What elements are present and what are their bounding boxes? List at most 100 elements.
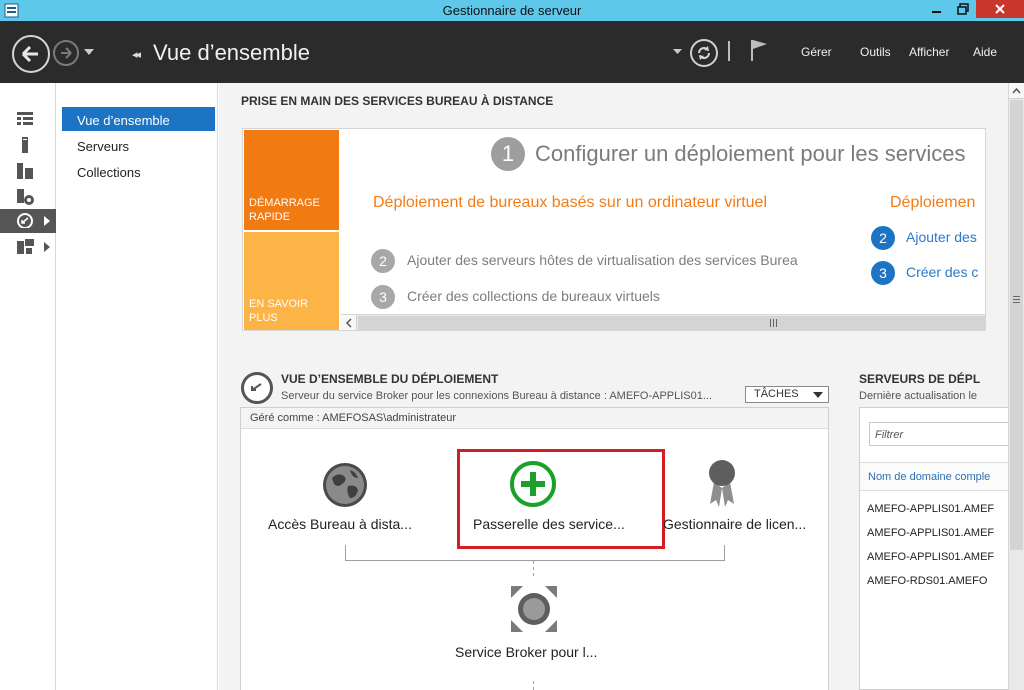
servers-filter-input[interactable]: Filtrer xyxy=(869,422,1008,446)
gateway-highlight-box xyxy=(457,449,665,549)
left-step-3-text[interactable]: Créer des collections de bureaux virtuel… xyxy=(407,288,660,304)
forward-arrow-icon xyxy=(61,47,72,59)
quickstart-section-title: PRISE EN MAIN DES SERVICES BUREAU À DIST… xyxy=(241,94,554,108)
server-row[interactable]: AMEFO-APPLIS01.AMEF xyxy=(867,503,994,515)
server-row[interactable]: AMEFO-APPLIS01.AMEF xyxy=(867,527,994,539)
left-step-3-badge: 3 xyxy=(371,285,395,309)
back-button[interactable] xyxy=(12,35,50,73)
rail-file-storage[interactable] xyxy=(0,186,56,208)
rd-gateway-label[interactable]: Passerelle des service... xyxy=(473,516,625,532)
menu-help[interactable]: Aide xyxy=(973,45,997,59)
connector-dashed-line xyxy=(533,561,534,579)
close-icon xyxy=(995,4,1005,14)
left-step-2-badge: 2 xyxy=(371,249,395,273)
license-ribbon-icon[interactable] xyxy=(705,458,739,510)
rail-local-server[interactable] xyxy=(0,134,56,156)
chevron-left-icon xyxy=(345,318,352,328)
menu-tools[interactable]: Outils xyxy=(860,45,891,59)
right-step-2-text[interactable]: Ajouter des xyxy=(906,229,977,245)
deployment-broker-subtitle: Serveur du service Broker pour les conne… xyxy=(281,390,713,402)
iis-icon xyxy=(17,239,34,254)
local-server-icon xyxy=(22,137,28,153)
connector-line xyxy=(345,560,724,561)
page-title: Vue d’ensemble xyxy=(153,40,310,65)
minimize-icon xyxy=(932,11,941,13)
quick-start-tile[interactable]: DÉMARRAGE RAPIDE xyxy=(244,130,339,230)
quick-start-label: DÉMARRAGE RAPIDE xyxy=(249,197,320,223)
breadcrumb-separator-icon: ◂◂ xyxy=(132,49,141,61)
scrollbar-thumb[interactable] xyxy=(358,316,985,330)
connector-line xyxy=(724,545,725,561)
learn-more-tile[interactable]: EN SAVOIR PLUS xyxy=(244,232,339,330)
deployment-overview-icon xyxy=(241,372,273,404)
refresh-dropdown-icon[interactable] xyxy=(673,49,682,54)
rds-navigation: Vue d’ensemble Serveurs Collections xyxy=(57,83,218,690)
managed-as-label: Géré comme : AMEFOSAS\administrateur xyxy=(241,408,828,429)
step-1-title: Configurer un déploiement pour les servi… xyxy=(535,141,966,166)
left-icon-rail xyxy=(0,83,56,690)
close-button[interactable] xyxy=(976,0,1024,18)
nav-servers[interactable]: Serveurs xyxy=(62,133,215,157)
session-deployment-heading[interactable]: Déploiemen xyxy=(890,191,975,215)
last-refresh-label: Dernière actualisation le xyxy=(859,390,978,402)
rail-dashboard[interactable] xyxy=(0,108,56,130)
window-titlebar: Gestionnaire de serveur xyxy=(0,0,1024,21)
right-step-3-text[interactable]: Créer des c xyxy=(906,264,978,280)
connection-broker-icon[interactable] xyxy=(509,584,559,634)
right-step-3-badge: 3 xyxy=(871,261,895,285)
step-1-badge: 1 xyxy=(491,137,525,171)
vdi-deployment-heading[interactable]: Déploiement de bureaux basés sur un ordi… xyxy=(373,191,793,215)
forward-button[interactable] xyxy=(53,40,79,66)
add-gateway-icon[interactable] xyxy=(509,460,557,508)
left-step-2-text[interactable]: Ajouter des serveurs hôtes de virtualisa… xyxy=(407,252,841,268)
rd-web-access-label[interactable]: Accès Bureau à dista... xyxy=(268,516,412,532)
notifications-flag-icon[interactable] xyxy=(749,38,769,62)
chevron-down-icon xyxy=(813,392,823,398)
server-row[interactable]: AMEFO-APPLIS01.AMEF xyxy=(867,551,994,563)
main-content: PRISE EN MAIN DES SERVICES BUREAU À DIST… xyxy=(219,83,1008,690)
rail-all-servers[interactable] xyxy=(0,160,56,182)
connector-dashed-line xyxy=(533,681,534,690)
quickstart-horizontal-scrollbar[interactable] xyxy=(341,314,985,330)
grip-icon xyxy=(1013,296,1020,303)
main-vertical-scrollbar[interactable] xyxy=(1008,83,1024,690)
deployment-servers-panel: Filtrer Nom de domaine comple AMEFO-APPL… xyxy=(859,407,1008,690)
scroll-up-button[interactable] xyxy=(1009,83,1024,99)
server-row[interactable]: AMEFO-RDS01.AMEFO xyxy=(867,575,987,587)
menu-manage[interactable]: Gérer xyxy=(801,45,832,59)
app-header: ◂◂ Vue d’ensemble Gérer Outils Afficher … xyxy=(0,21,1024,83)
learn-more-label: EN SAVOIR PLUS xyxy=(249,298,309,324)
connector-line xyxy=(345,545,346,561)
deployment-section-title: VUE D’ENSEMBLE DU DÉPLOIEMENT xyxy=(281,372,499,386)
tasks-dropdown[interactable]: TÂCHES xyxy=(745,386,829,403)
window-title: Gestionnaire de serveur xyxy=(442,3,582,18)
nav-overview[interactable]: Vue d’ensemble xyxy=(62,107,215,131)
fqdn-column-header[interactable]: Nom de domaine comple xyxy=(860,462,1008,491)
globe-icon[interactable] xyxy=(320,460,370,510)
rail-remote-desktop-services[interactable] xyxy=(0,209,56,233)
dashboard-icon xyxy=(17,112,33,125)
restore-button[interactable] xyxy=(950,0,976,18)
rail-iis[interactable] xyxy=(0,236,56,258)
nav-collections[interactable]: Collections xyxy=(62,159,215,183)
expand-caret-icon[interactable] xyxy=(44,242,50,252)
minimize-button[interactable] xyxy=(924,0,950,18)
refresh-icon xyxy=(698,46,710,60)
quickstart-panel: DÉMARRAGE RAPIDE EN SAVOIR PLUS 1 Config… xyxy=(242,128,986,331)
scroll-left-button[interactable] xyxy=(341,315,357,330)
refresh-button[interactable] xyxy=(690,39,718,67)
grip-icon xyxy=(770,319,777,327)
deployment-servers-title: SERVEURS DE DÉPL xyxy=(859,372,981,386)
rd-connection-broker-label[interactable]: Service Broker pour l... xyxy=(455,644,597,660)
menu-view[interactable]: Afficher xyxy=(909,45,949,59)
history-dropdown-icon[interactable] xyxy=(84,49,94,55)
right-step-2-badge: 2 xyxy=(871,226,895,250)
deployment-diagram-panel: Géré comme : AMEFOSAS\administrateur Acc… xyxy=(240,407,829,690)
rd-licensing-label[interactable]: Gestionnaire de licen... xyxy=(663,516,806,532)
tasks-label: TÂCHES xyxy=(754,388,799,400)
scrollbar-thumb[interactable] xyxy=(1010,100,1023,550)
back-arrow-icon xyxy=(21,45,38,63)
remote-desktop-icon xyxy=(17,213,33,228)
expand-caret-icon[interactable] xyxy=(44,216,50,226)
file-storage-icon xyxy=(17,189,34,205)
